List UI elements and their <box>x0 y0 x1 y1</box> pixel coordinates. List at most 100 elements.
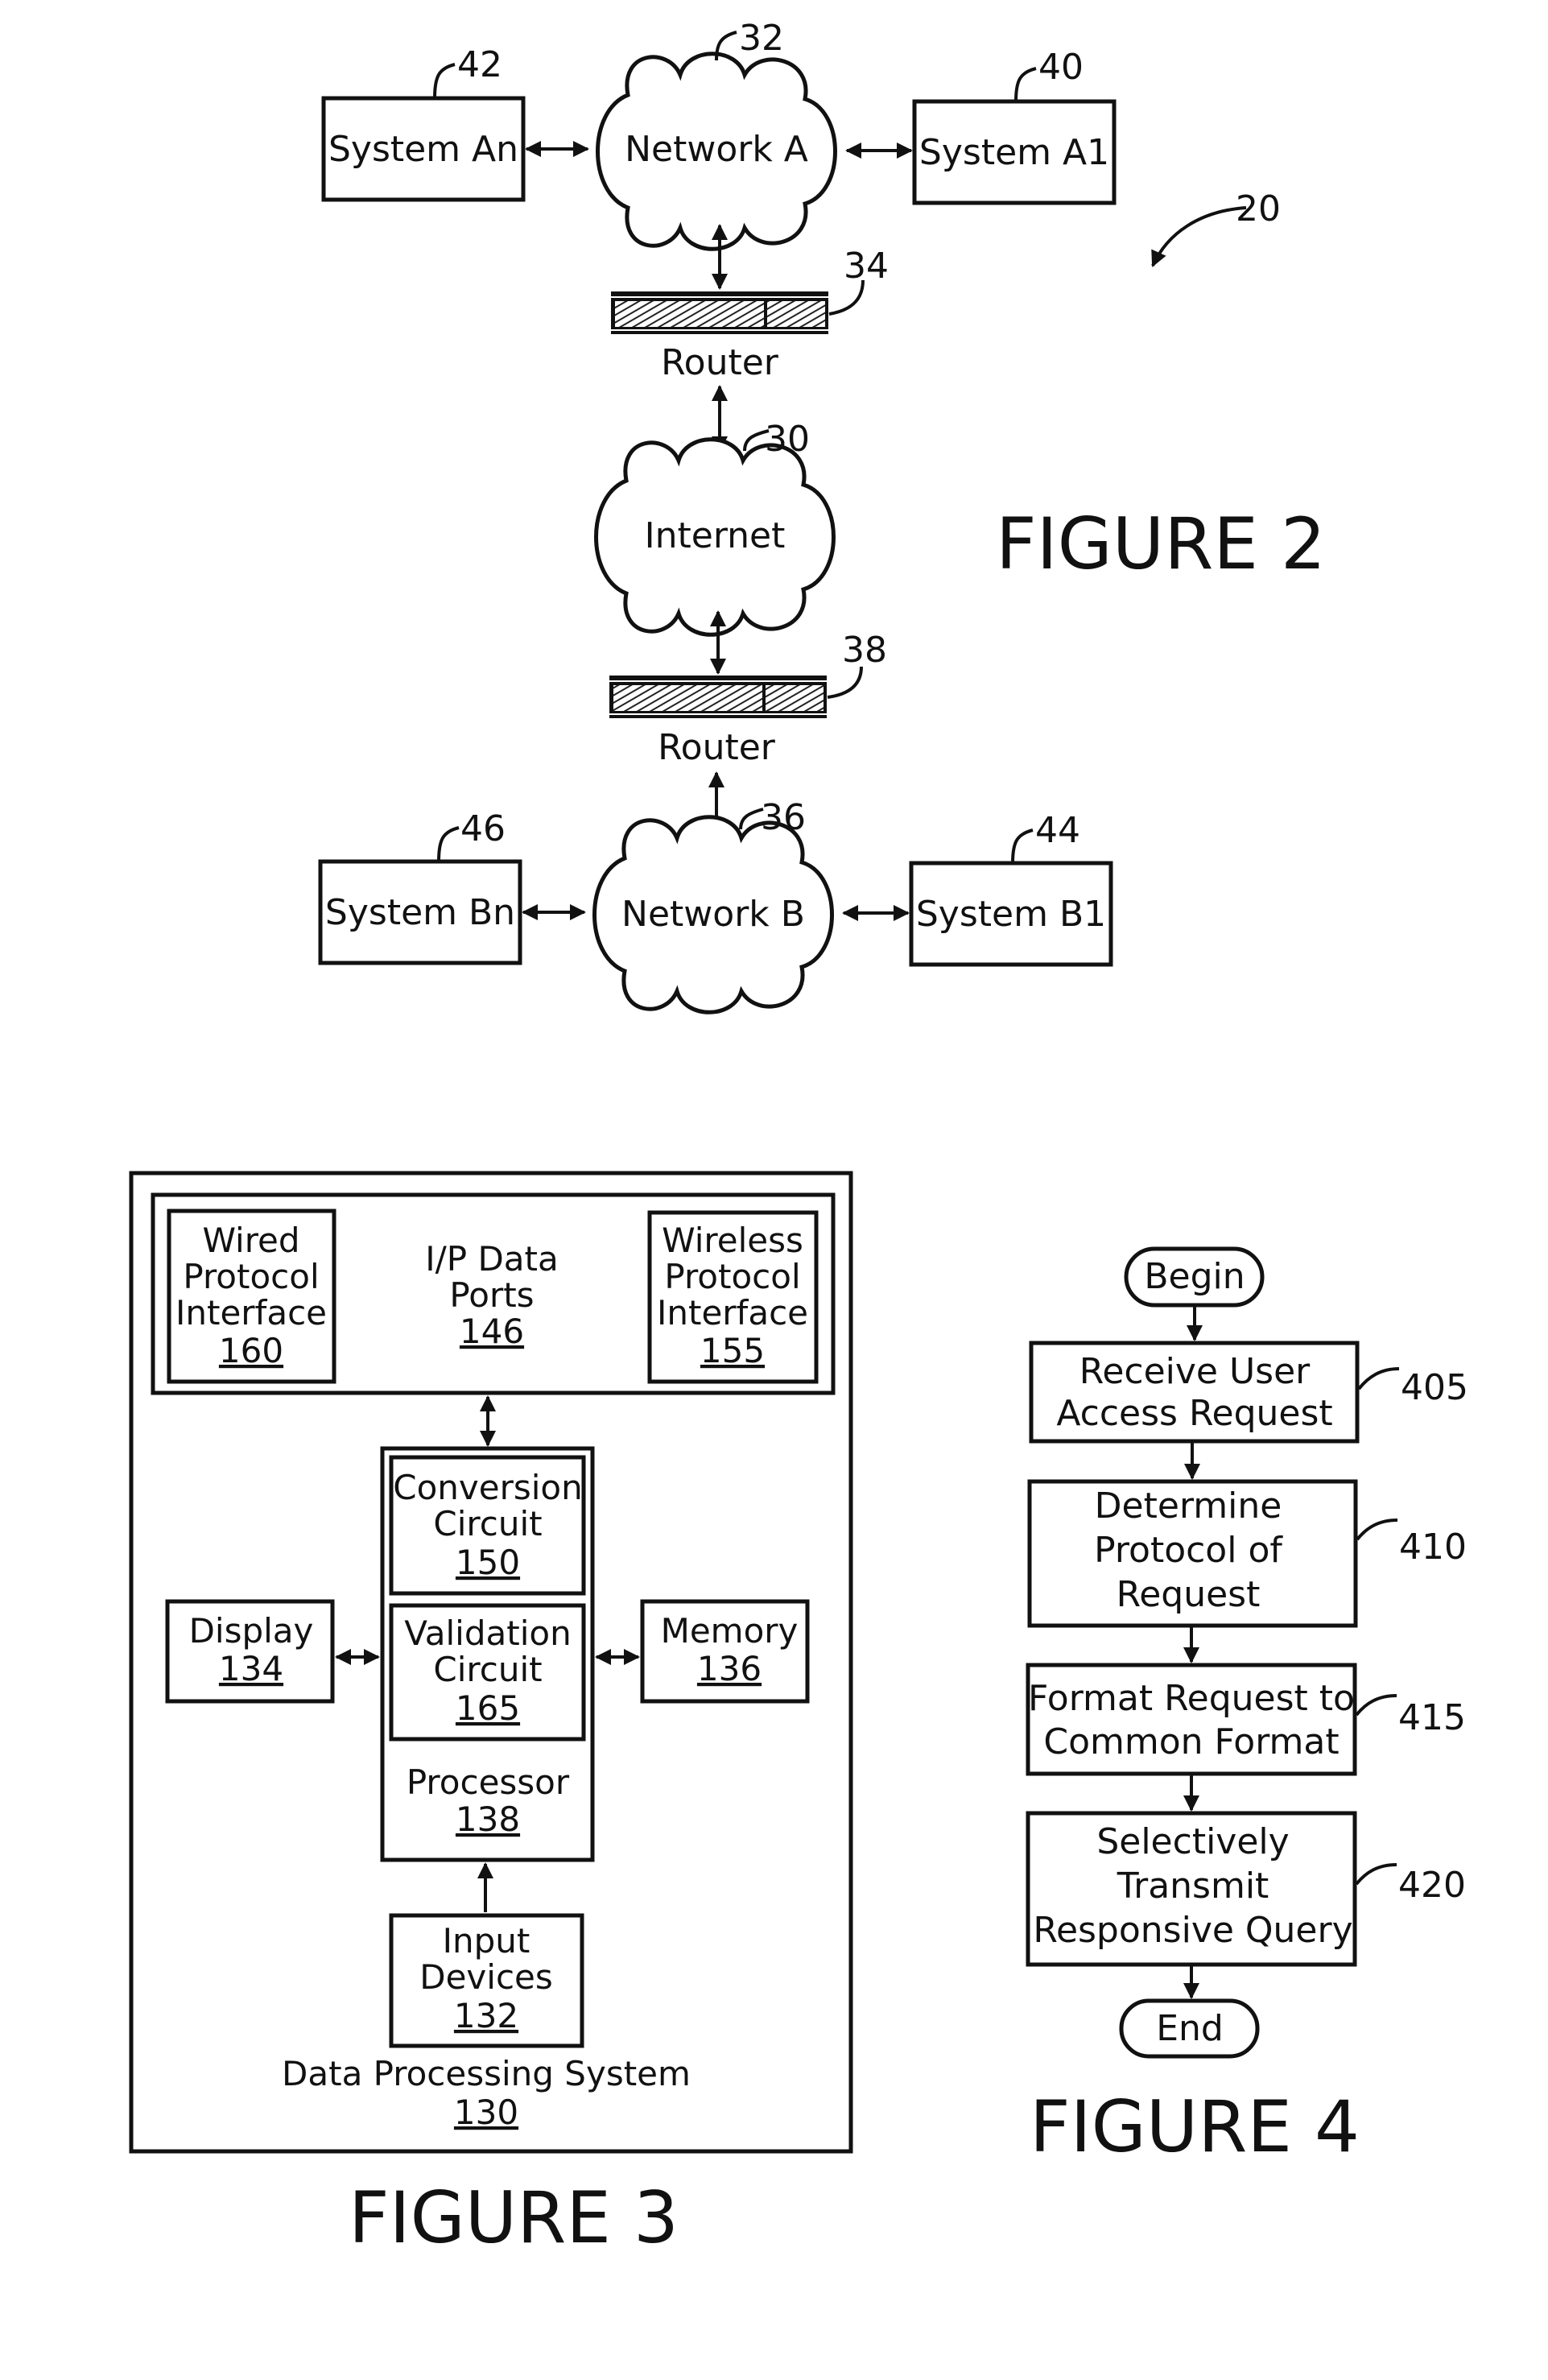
system-b1-node: System B1 44 <box>909 810 1113 967</box>
memory-label: Memory <box>661 1611 799 1651</box>
ref-32: 32 <box>739 18 784 59</box>
ref-36: 36 <box>761 797 806 838</box>
ref-415: 415 <box>1398 1697 1466 1738</box>
wireless-line2: Protocol <box>664 1257 800 1296</box>
ref-420: 420 <box>1398 1865 1466 1906</box>
system-a1-label: System A1 <box>919 132 1109 173</box>
ref-146: 146 <box>460 1312 524 1351</box>
wired-line1: Wired <box>202 1221 299 1260</box>
leader-line <box>1011 828 1034 864</box>
ref-155: 155 <box>700 1331 765 1370</box>
figure-4: Begin Receive User Access Request 405 De… <box>1026 1246 1468 2168</box>
begin-terminal: Begin <box>1124 1246 1265 1308</box>
wired-protocol-interface: Wired Protocol Interface 160 <box>167 1209 336 1384</box>
processor-label: Processor <box>407 1762 570 1802</box>
input-line2: Devices <box>419 1957 553 1997</box>
step-415-line1: Format Request to <box>1028 1678 1355 1719</box>
step-410: Determine Protocol of Request 410 <box>1027 1479 1467 1628</box>
display: Display 134 <box>165 1599 335 1704</box>
network-a-label: Network A <box>625 129 808 170</box>
begin-label: Begin <box>1144 1256 1245 1297</box>
router-b-node: Router 38 <box>609 630 887 768</box>
router-a-label: Router <box>661 342 779 383</box>
figure-3-caption: FIGURE 3 <box>349 2176 679 2259</box>
step-420: Selectively Transmit Responsive Query 42… <box>1026 1811 1466 1967</box>
ref-160: 160 <box>219 1331 283 1370</box>
io-line1: I/P Data <box>425 1239 559 1279</box>
conversion-line2: Circuit <box>433 1504 542 1543</box>
step-415-line2: Common Format <box>1043 1721 1339 1762</box>
system-an-node: System An 42 <box>321 44 526 202</box>
leader-line <box>1356 1518 1398 1541</box>
data-processing-system-label: Data Processing System <box>282 2054 691 2093</box>
step-405-line2: Access Request <box>1056 1393 1332 1434</box>
network-b-node: Network B 36 <box>595 797 832 1012</box>
step-410-line3: Request <box>1117 1574 1261 1615</box>
wireless-line1: Wireless <box>662 1221 803 1260</box>
system-bn-node: System Bn 46 <box>318 808 522 965</box>
wireless-line3: Interface <box>657 1293 808 1333</box>
ref-40: 40 <box>1038 47 1084 88</box>
leader-line <box>827 666 863 699</box>
figure-3: Wired Protocol Interface 160 I/P Data Po… <box>129 1171 853 2259</box>
input-devices: Input Devices 132 <box>389 1913 584 2048</box>
step-405: Receive User Access Request 405 <box>1029 1341 1468 1444</box>
reference-arrow <box>1151 206 1247 267</box>
step-410-line1: Determine <box>1095 1485 1282 1527</box>
wired-line3: Interface <box>175 1293 327 1333</box>
validation-line1: Validation <box>404 1614 571 1653</box>
router-icon <box>615 301 764 327</box>
input-line1: Input <box>443 1921 530 1961</box>
ref-20: 20 <box>1236 188 1281 229</box>
step-415: Format Request to Common Format 415 <box>1026 1663 1466 1776</box>
ref-150: 150 <box>456 1543 520 1582</box>
validation-line2: Circuit <box>433 1650 542 1689</box>
ref-44: 44 <box>1035 810 1080 851</box>
ref-38: 38 <box>842 630 887 671</box>
step-410-line2: Protocol of <box>1094 1530 1283 1571</box>
step-420-line2: Transmit <box>1117 1866 1269 1907</box>
ref-136: 136 <box>697 1649 762 1688</box>
display-label: Display <box>189 1611 314 1651</box>
ref-46: 46 <box>460 808 506 849</box>
ref-30: 30 <box>765 419 810 460</box>
ref-405: 405 <box>1401 1367 1468 1408</box>
wired-line2: Protocol <box>183 1257 319 1296</box>
step-420-line3: Responsive Query <box>1033 1910 1352 1951</box>
system-a1-node: System A1 40 <box>912 47 1117 205</box>
ref-410: 410 <box>1399 1527 1467 1568</box>
ref-132: 132 <box>454 1996 518 2035</box>
ref-42: 42 <box>457 44 502 85</box>
ref-130: 130 <box>454 2093 518 2132</box>
leader-line <box>433 63 456 99</box>
router-a-node: Router 34 <box>611 246 889 383</box>
internet-label: Internet <box>645 515 786 556</box>
system-b1-label: System B1 <box>916 894 1106 935</box>
network-a-node: Network A 32 <box>598 18 836 249</box>
leader-line <box>437 826 460 862</box>
ref-138: 138 <box>456 1799 520 1839</box>
ref-165: 165 <box>456 1688 520 1728</box>
system-an-label: System An <box>328 129 518 170</box>
memory: Memory 136 <box>640 1599 810 1704</box>
patent-drawing-sheet: System An 42 Network A 32 System A1 40 R… <box>129 18 1468 2259</box>
leader-line <box>1355 1694 1397 1717</box>
step-405-line1: Receive User <box>1079 1351 1311 1392</box>
end-terminal: End <box>1119 1998 1260 2059</box>
router-b-label: Router <box>658 727 776 768</box>
leader-line <box>1014 67 1037 102</box>
step-420-line1: Selectively <box>1096 1821 1289 1862</box>
io-line2: Ports <box>449 1275 534 1315</box>
router-icon <box>613 685 762 711</box>
system-bn-label: System Bn <box>325 892 515 933</box>
leader-line <box>1357 1367 1400 1390</box>
conversion-line1: Conversion <box>393 1468 582 1507</box>
figure-2-caption: FIGURE 2 <box>996 502 1326 585</box>
leader-line <box>1355 1863 1397 1886</box>
internet-node: Internet 30 <box>596 419 834 634</box>
figure-4-caption: FIGURE 4 <box>1030 2085 1360 2168</box>
figure-2: System An 42 Network A 32 System A1 40 R… <box>318 18 1326 1012</box>
ref-34: 34 <box>844 246 889 287</box>
wireless-protocol-interface: Wireless Protocol Interface 155 <box>647 1210 819 1384</box>
ref-134: 134 <box>219 1649 283 1688</box>
